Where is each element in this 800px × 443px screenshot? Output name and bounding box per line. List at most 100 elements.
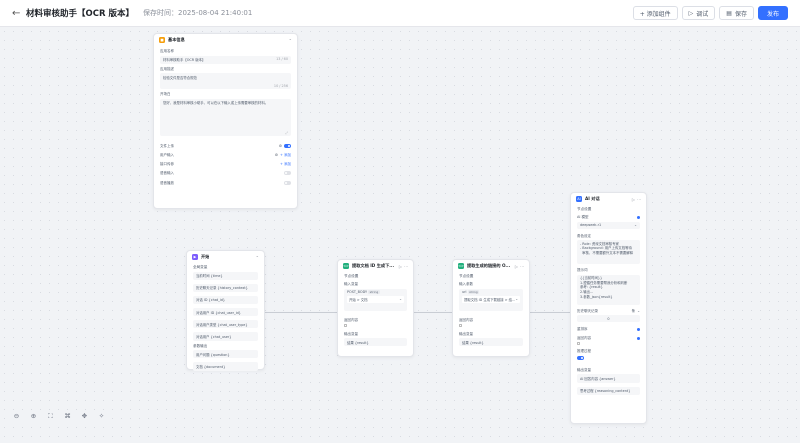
app-title: 材料审核助手【OCR 版本】	[26, 9, 134, 19]
reasoning-toggle-row	[571, 356, 646, 360]
debug-button[interactable]: ▷ 调试	[681, 6, 716, 20]
user-input-add-button[interactable]: + 添加	[280, 153, 291, 158]
history-row: 历史聊天记录 条 ⌄	[571, 309, 646, 314]
var-name: url	[462, 290, 467, 295]
return-settings-icon[interactable]	[637, 337, 640, 341]
workflow-canvas[interactable]	[0, 27, 800, 443]
start-node-title: 开始	[201, 254, 210, 259]
rerank-label: 重排序	[577, 327, 588, 332]
input-params-label: 输入参数	[459, 282, 473, 286]
voice-output-toggle[interactable]	[284, 181, 291, 185]
publish-button[interactable]: 发布	[757, 6, 788, 20]
add-component-button[interactable]: + 添加组件	[632, 6, 678, 20]
return-content-label: 返回内容	[344, 317, 358, 322]
history-stepper[interactable]: 0	[577, 315, 640, 323]
info-icon: ■	[159, 37, 165, 43]
code-icon: <>	[458, 263, 464, 269]
save-icon: ▤	[726, 9, 732, 17]
input-var-box[interactable]: url string 提取文档 ID 生成下载链接 > 结... ⌄	[459, 288, 523, 311]
play-icon[interactable]: ▷	[399, 264, 402, 269]
var-select-value[interactable]: 提取文档 ID 生成下载链接 > 结...	[464, 297, 515, 302]
debug-label: 调试	[696, 10, 709, 18]
settings-icon[interactable]: ⚙	[279, 144, 282, 148]
gear-icon[interactable]: ⚙	[275, 153, 278, 157]
play-icon[interactable]: ▷	[632, 197, 635, 202]
more-icon[interactable]: ⋯	[637, 197, 641, 202]
prompt-textarea[interactable]: {{当前时间}} 1.遵循任务需要帮我分析和判断 参考: {result} 2.…	[577, 274, 640, 305]
ai-icon: AI	[576, 196, 582, 202]
fit-view-icon[interactable]: ⛶	[46, 412, 55, 421]
play-icon: ▷	[688, 9, 694, 17]
rerank-settings-icon[interactable]	[637, 328, 640, 332]
output-vars-label: 输出变量	[344, 331, 358, 336]
file-upload-row: 文件上传 ⚙	[154, 144, 297, 149]
history-label: 历史聊天记录	[577, 308, 598, 313]
chevron-down-icon: ⌄	[515, 297, 519, 302]
basic-info-card[interactable]: ■ 基本信息 ⌃ 应用名称 材料审核助手【OCR 版本】 13 / 60 应用描…	[153, 33, 298, 209]
extract-url-node[interactable]: <> 提取生成的链接的 O... ▷ ⋯ 节点设置 输入参数 url string…	[452, 259, 530, 357]
zoom-out-icon[interactable]: ⊖	[12, 412, 21, 421]
more-icon[interactable]: ⋯	[520, 264, 524, 269]
canvas-toolbar: ⊖ ⊕ ⛶ ⌘ ✥ ✧	[12, 412, 106, 421]
zoom-in-icon[interactable]: ⊕	[29, 412, 38, 421]
global-var-item: 对话用户 ID {chat_user_id}	[193, 308, 258, 317]
add-label: 添加	[284, 152, 291, 157]
reasoning-toggle[interactable]	[577, 356, 584, 360]
return-checkbox-row	[338, 323, 413, 327]
code-icon: <>	[343, 263, 349, 269]
doc-node-title: 提取文档 ID 生成下...	[352, 263, 395, 268]
file-upload-label: 文件上传	[160, 143, 174, 148]
history-unit-select[interactable]: 条 ⌄	[632, 309, 640, 314]
app-desc-input[interactable]: 检验文件是否符合规范 10 / 256	[160, 73, 291, 90]
add-component-label: + 添加组件	[639, 10, 671, 18]
model-select[interactable]: deepseek-r1 ⌄	[577, 221, 640, 229]
ai-chat-node[interactable]: AI AI 对话 ▷ ⋯ 节点设置 AI 模型 deepseek-r1 ⌄ 角色设定…	[570, 192, 647, 424]
output-var-item: 结果 {result}	[344, 338, 407, 347]
publish-label: 发布	[766, 10, 779, 18]
user-input-row: 用户输入 ⚙ + 添加	[154, 153, 297, 158]
back-arrow-icon[interactable]: ←	[12, 8, 22, 19]
play-icon[interactable]: ▷	[515, 264, 518, 269]
connector-line	[530, 312, 570, 313]
ai-node-title: AI 对话	[585, 196, 600, 201]
input-var-box[interactable]: POST_BODY string 开始 > 文档 ⌄	[344, 288, 407, 311]
app-name-label: 应用名称	[160, 49, 174, 53]
beautify-icon[interactable]: ✧	[97, 412, 106, 421]
param-item: 文档 {document}	[193, 362, 258, 371]
voice-input-toggle[interactable]	[284, 171, 291, 175]
return-checkbox[interactable]	[344, 323, 347, 327]
var-type-chip: string	[368, 290, 380, 295]
return-content-label: 返回内容	[577, 336, 591, 341]
collapse-icon[interactable]: ⌃	[256, 255, 259, 260]
app-desc-label: 应用描述	[160, 66, 174, 71]
layout-icon[interactable]: ⌘	[63, 412, 72, 421]
history-unit: 条	[631, 308, 636, 313]
output-var-item: 结果 {result}	[459, 338, 523, 347]
return-checkbox[interactable]	[577, 342, 580, 346]
start-node[interactable]: ▶ 开始 ⌃ 全局变量 当前时间 {time} 历史聊天记录 {history_…	[186, 250, 265, 371]
file-upload-toggle[interactable]	[284, 144, 291, 148]
global-var-item: 对话用户 {chat_user}	[193, 332, 258, 341]
move-icon[interactable]: ✥	[80, 412, 89, 421]
var-name: POST_BODY	[347, 290, 368, 295]
url-node-title: 提取生成的链接的 O...	[467, 263, 511, 268]
save-button[interactable]: ▤ 保存	[719, 6, 754, 20]
collapse-icon[interactable]: ⌃	[289, 38, 292, 43]
add-label: 添加	[284, 161, 291, 166]
opening-value: 您好，我是材料审核小助手，可以在以下输入或上传需要审核的材料。	[163, 101, 269, 106]
opening-textarea[interactable]: 您好，我是材料审核小助手，可以在以下输入或上传需要审核的材料。 ⤢	[160, 98, 291, 136]
app-name-input[interactable]: 材料审核助手【OCR 版本】 13 / 60	[160, 55, 291, 64]
interface-params-row: 接口传参 + 添加	[154, 162, 297, 167]
model-value: deepseek-r1	[580, 223, 602, 228]
more-icon[interactable]: ⋯	[404, 264, 408, 269]
return-checkbox[interactable]	[459, 323, 462, 327]
role-textarea[interactable]: - Role: 资深文档审核专家 - Background: 用户上传文档等待 …	[577, 240, 640, 265]
global-vars-label: 全局变量	[193, 265, 208, 269]
model-label: AI 模型	[577, 215, 589, 219]
model-settings-icon[interactable]	[637, 216, 640, 219]
interface-params-add-button[interactable]: + 添加	[280, 162, 291, 167]
model-row: AI 模型	[571, 215, 646, 220]
var-select-value[interactable]: 开始 > 文档	[349, 297, 368, 302]
expand-icon[interactable]: ⤢	[285, 131, 288, 135]
extract-doc-node[interactable]: <> 提取文档 ID 生成下... ▷ ⋯ 节点设置 输入变量 POST_BODY…	[337, 259, 414, 357]
